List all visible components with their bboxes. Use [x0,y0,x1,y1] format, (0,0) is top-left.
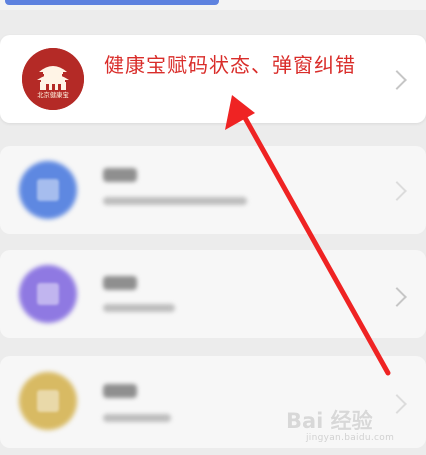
health-code-correction-item[interactable]: 北京健康宝 健康宝赋码状态、弹窗纠错 [0,35,426,123]
chevron-right-icon[interactable] [387,181,407,201]
chevron-right-icon[interactable] [387,287,407,307]
chevron-right-icon[interactable] [387,70,407,90]
watermark-main-text: Bai 经验 [286,409,373,433]
blurred-subtitle [103,197,247,205]
featured-item-title: 健康宝赋码状态、弹窗纠错 [104,53,356,77]
blurred-subtitle [103,304,175,312]
beijing-health-kit-logo: 北京健康宝 [22,48,84,110]
baidu-watermark: Bai 经验 jingyan.baidu.com [282,409,418,451]
screen: 北京健康宝 健康宝赋码状态、弹窗纠错 Bai 经验 jingyan.baidu.… [0,0,426,455]
document-icon-glyph [37,179,59,201]
blurred-list-item-1[interactable] [0,146,426,234]
top-accent-bar [5,0,219,5]
coin-icon-glyph [37,390,59,412]
message-icon-glyph [37,283,59,305]
logo-text: 北京健康宝 [37,91,69,99]
blurred-title [103,276,137,290]
top-strip [0,0,426,10]
temple-icon [22,48,84,110]
blurred-subtitle [103,414,171,422]
watermark-sub-text: jingyan.baidu.com [306,433,395,443]
blurred-title [103,168,137,182]
blurred-list-item-2[interactable] [0,250,426,338]
blurred-title [103,384,137,398]
